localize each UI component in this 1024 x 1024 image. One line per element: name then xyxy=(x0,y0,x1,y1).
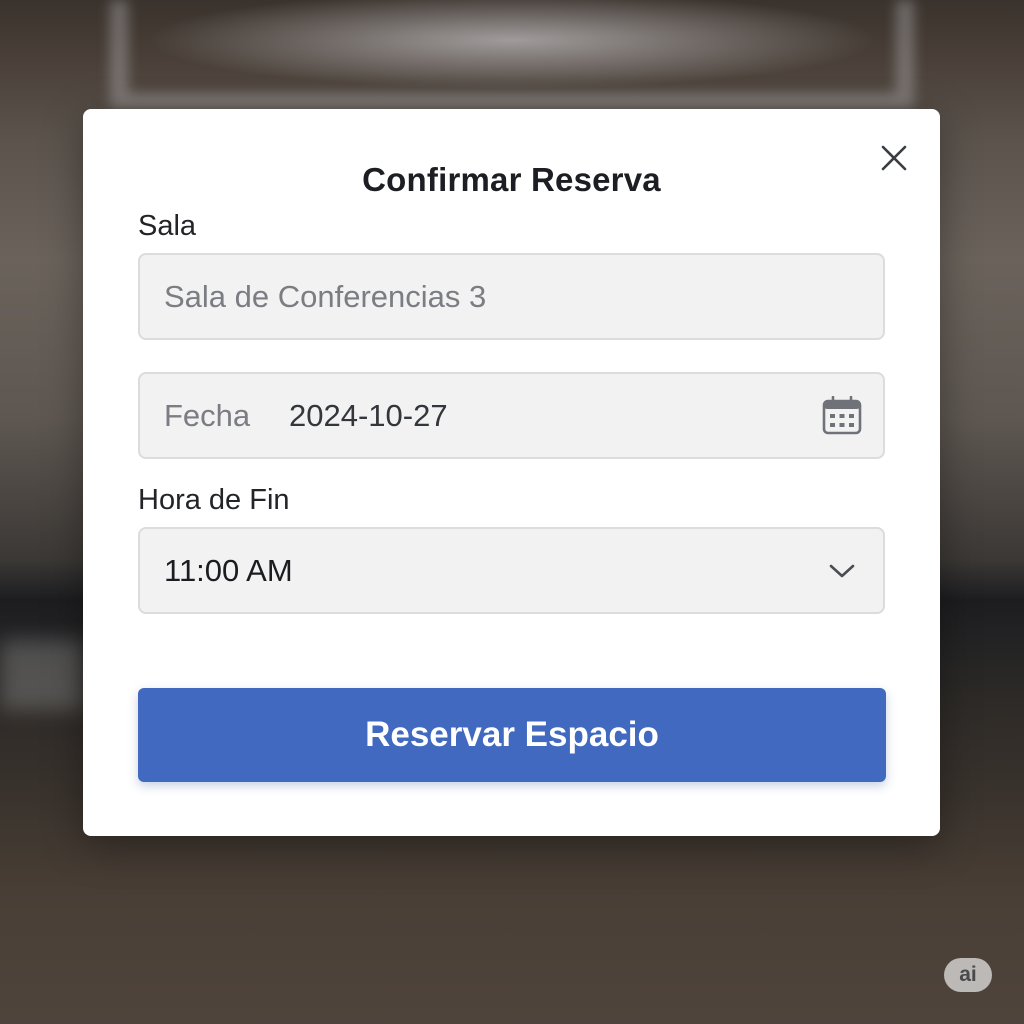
room-input[interactable]: Sala de Conferencias 3 xyxy=(138,253,885,340)
end-time-label: Hora de Fin xyxy=(138,484,290,516)
date-field-value: 2024-10-27 xyxy=(289,397,448,433)
chevron-down-icon xyxy=(829,564,855,578)
calendar-icon[interactable] xyxy=(822,396,862,436)
background-table-decoration xyxy=(0,640,84,710)
ai-badge: ai xyxy=(944,958,992,992)
date-field-label: Fecha xyxy=(164,397,251,433)
room-input-placeholder: Sala de Conferencias 3 xyxy=(164,278,487,314)
reserve-space-button[interactable]: Reservar Espacio xyxy=(138,688,886,782)
room-label: Sala xyxy=(138,210,197,242)
booking-confirmation-dialog: Confirmar Reserva Sala Sala de Conferenc… xyxy=(83,109,940,836)
end-time-select[interactable]: 11:00 AM xyxy=(138,527,885,614)
date-field[interactable]: Fecha 2024-10-27 xyxy=(138,372,885,459)
end-time-value: 11:00 AM xyxy=(164,552,293,588)
dialog-title: Confirmar Reserva xyxy=(362,161,661,198)
ceiling-light-decoration xyxy=(110,0,914,108)
